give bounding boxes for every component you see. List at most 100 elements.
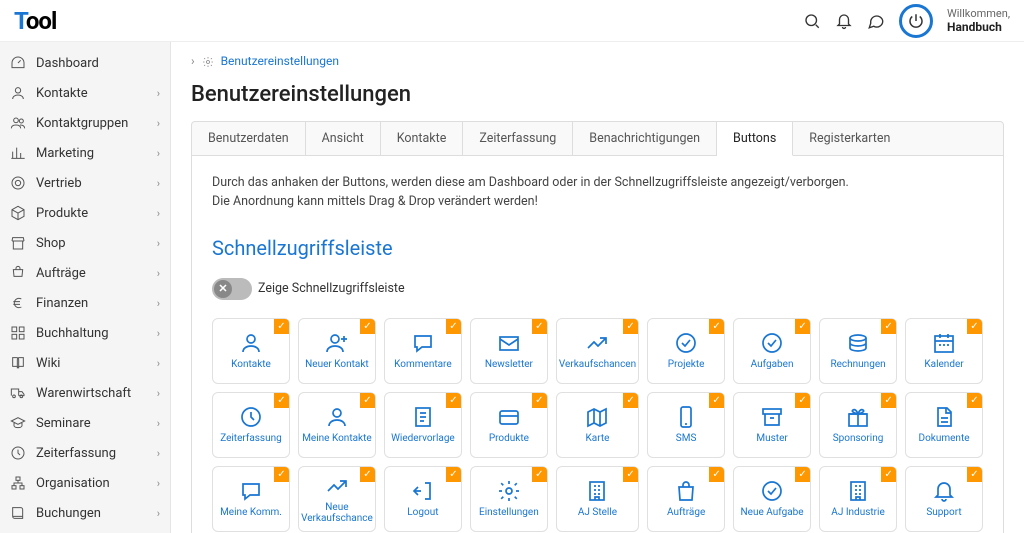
tabs: BenutzerdatenAnsichtKontakteZeiterfassun…	[191, 121, 1004, 156]
sidebar-item-organisation[interactable]: Organisation›	[0, 468, 170, 498]
card-label: Projekte	[668, 359, 705, 370]
card-einstellungen[interactable]: Einstellungen	[470, 466, 548, 532]
card-dokumente[interactable]: Dokumente	[905, 392, 983, 458]
target-icon	[10, 175, 26, 191]
avatar[interactable]	[899, 4, 933, 38]
users-icon	[10, 115, 26, 131]
tab-kontakte[interactable]: Kontakte	[381, 122, 464, 155]
toggle-quickaccess[interactable]: ✕	[212, 278, 252, 300]
card-zeiterfassung[interactable]: Zeiterfassung	[212, 392, 290, 458]
grid-icon	[10, 325, 26, 341]
card-label: Verkaufschancen	[559, 359, 636, 370]
card-muster[interactable]: Muster	[733, 392, 811, 458]
check-badge-icon	[623, 319, 638, 334]
clock-icon	[10, 445, 26, 461]
phone-icon	[674, 405, 698, 429]
sidebar-item-finanzen[interactable]: Finanzen›	[0, 288, 170, 318]
main-content: › Benutzereinstellungen Benutzereinstell…	[171, 42, 1024, 533]
user-icon	[10, 85, 26, 101]
card-projekte[interactable]: Projekte	[647, 318, 725, 384]
sidebar-item-kontakte[interactable]: Kontakte›	[0, 78, 170, 108]
note-icon	[411, 405, 435, 429]
check-badge-icon	[446, 319, 461, 334]
card-kommentare[interactable]: Kommentare	[384, 318, 462, 384]
card-aj-industrie[interactable]: AJ Industrie	[819, 466, 897, 532]
chat-icon[interactable]	[867, 12, 885, 30]
tab-buttons[interactable]: Buttons	[717, 122, 793, 156]
card-verkaufschancen[interactable]: Verkaufschancen	[556, 318, 639, 384]
card-meine-komm-[interactable]: Meine Komm.	[212, 466, 290, 532]
sidebar-item-dashboard[interactable]: Dashboard	[0, 48, 170, 78]
card-meine-kontakte[interactable]: Meine Kontakte	[298, 392, 376, 458]
sidebar-item-vertrieb[interactable]: Vertrieb›	[0, 168, 170, 198]
sidebar-item-label: Marketing	[36, 146, 157, 161]
sidebar-item-seminare[interactable]: Seminare›	[0, 408, 170, 438]
sidebar-item-buchungen[interactable]: Buchungen›	[0, 498, 170, 528]
check-icon	[760, 479, 784, 503]
tab-zeiterfassung[interactable]: Zeiterfassung	[463, 122, 573, 155]
sidebar-item-aufträge[interactable]: Aufträge›	[0, 258, 170, 288]
check-badge-icon	[532, 393, 547, 408]
sidebar-item-label: Seminare	[36, 416, 157, 431]
sidebar-item-warenwirtschaft[interactable]: Warenwirtschaft›	[0, 378, 170, 408]
tab-benutzerdaten[interactable]: Benutzerdaten	[192, 122, 306, 155]
gear-icon	[497, 479, 521, 503]
card-sponsoring[interactable]: Sponsoring	[819, 392, 897, 458]
welcome-text: Willkommen,Handbuch	[947, 7, 1010, 35]
breadcrumb-link[interactable]: Benutzereinstellungen	[221, 54, 339, 68]
chevron-right-icon: ›	[157, 147, 160, 160]
sidebar-item-kontaktgruppen[interactable]: Kontaktgruppen›	[0, 108, 170, 138]
card-newsletter[interactable]: Newsletter	[470, 318, 548, 384]
building-icon	[585, 479, 609, 503]
sidebar-item-wiki[interactable]: Wiki›	[0, 348, 170, 378]
card-neuer-kontakt[interactable]: Neuer Kontakt	[298, 318, 376, 384]
tab-benachrichtigungen[interactable]: Benachrichtigungen	[573, 122, 717, 155]
chevron-right-icon: ›	[157, 117, 160, 130]
card-sms[interactable]: SMS	[647, 392, 725, 458]
card-aufgaben[interactable]: Aufgaben	[733, 318, 811, 384]
mail-icon	[497, 331, 521, 355]
card-produkte[interactable]: Produkte	[470, 392, 548, 458]
card-label: Logout	[407, 507, 438, 518]
card-aj-stelle[interactable]: AJ Stelle	[556, 466, 639, 532]
tab-registerkarten[interactable]: Registerkarten	[793, 122, 906, 155]
card-kontakte[interactable]: Kontakte	[212, 318, 290, 384]
sidebar-item-buchhaltung[interactable]: Buchhaltung›	[0, 318, 170, 348]
card-label: Neuer Kontakt	[305, 359, 369, 370]
section-title: Schnellzugriffsleiste	[212, 236, 983, 260]
card-logout[interactable]: Logout	[384, 466, 462, 532]
card-auftr-ge[interactable]: Aufträge	[647, 466, 725, 532]
search-icon[interactable]	[803, 12, 821, 30]
logo[interactable]: Tool	[14, 7, 56, 35]
card-neue-verkaufschance[interactable]: Neue Verkaufschance	[298, 466, 376, 532]
quickaccess-grid: Kontakte Neuer Kontakt Kommentare Newslette…	[212, 318, 983, 532]
chevron-right-icon: ›	[157, 417, 160, 430]
chevron-right-icon: ›	[157, 297, 160, 310]
card-label: Meine Komm.	[220, 507, 282, 518]
card-kalender[interactable]: Kalender	[905, 318, 983, 384]
sidebar-item-shop[interactable]: Shop›	[0, 228, 170, 258]
user-icon	[325, 405, 349, 429]
card-label: Support	[926, 507, 961, 518]
bell-icon[interactable]	[835, 12, 853, 30]
card-label: Kommentare	[394, 359, 452, 370]
check-badge-icon	[709, 467, 724, 482]
card-label: Rechnungen	[830, 359, 885, 370]
sidebar-item-marketing[interactable]: Marketing›	[0, 138, 170, 168]
sidebar-item-zeiterfassung[interactable]: Zeiterfassung›	[0, 438, 170, 468]
tab-ansicht[interactable]: Ansicht	[306, 122, 381, 155]
check-badge-icon	[795, 393, 810, 408]
card-karte[interactable]: Karte	[556, 392, 639, 458]
sidebar-item-label: Produkte	[36, 206, 157, 221]
truck-icon	[10, 385, 26, 401]
card-rechnungen[interactable]: Rechnungen	[819, 318, 897, 384]
card-wiedervorlage[interactable]: Wiedervorlage	[384, 392, 462, 458]
user-icon	[239, 331, 263, 355]
sidebar-item-produkte[interactable]: Produkte›	[0, 198, 170, 228]
card-neue-aufgabe[interactable]: Neue Aufgabe	[733, 466, 811, 532]
card-label: Produkte	[489, 433, 529, 444]
card-support[interactable]: Support	[905, 466, 983, 532]
check-badge-icon	[274, 319, 289, 334]
coins-icon	[846, 331, 870, 355]
sidebar-item-zertifikate[interactable]: Zertifikate›	[0, 528, 170, 533]
